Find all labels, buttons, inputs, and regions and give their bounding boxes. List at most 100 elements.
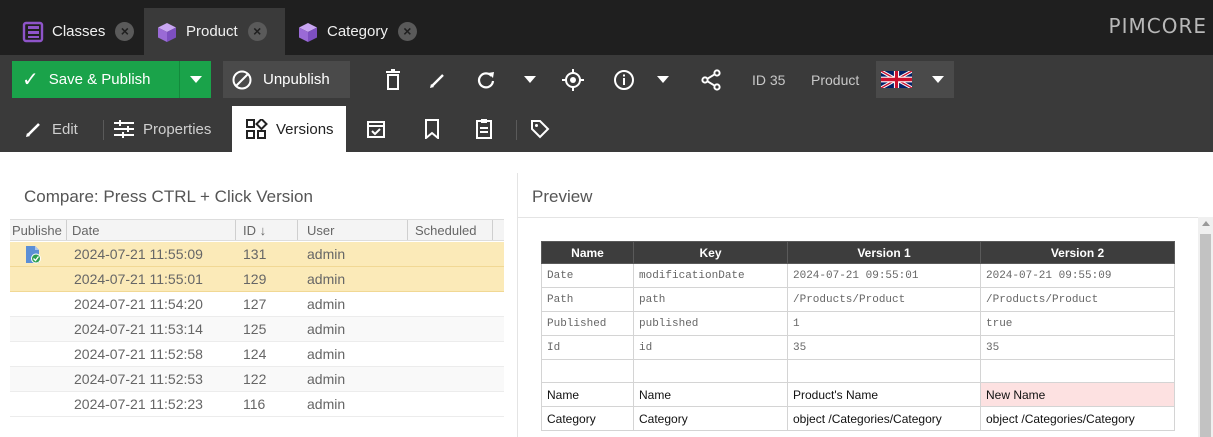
compare-header-version-2: Version 2 <box>980 241 1175 264</box>
tab-separator <box>516 120 517 140</box>
caret-down-icon[interactable] <box>524 76 536 83</box>
editor-tab-bar: Classes × Product × Category × PIMCORE <box>0 0 1213 55</box>
version-row[interactable]: 2024-07-21 11:52:23 116 admin <box>10 392 504 417</box>
close-icon[interactable]: × <box>115 22 135 41</box>
compare-cell: /Products/Product <box>980 287 1175 312</box>
column-separator[interactable] <box>66 220 67 240</box>
column-separator[interactable] <box>297 220 298 240</box>
column-separator[interactable] <box>407 220 408 240</box>
object-toolbar: ✓ Save & Publish Unpublish ID 35 Product <box>0 55 1213 106</box>
object-subtabs: Edit Properties Versions <box>0 106 1213 152</box>
version-user: admin <box>307 396 346 412</box>
caret-down-icon <box>932 76 944 83</box>
version-id: 122 <box>243 371 267 387</box>
compare-cell <box>787 359 981 383</box>
tab-tags[interactable] <box>526 106 554 152</box>
compare-cell <box>980 359 1175 383</box>
tab-label: Edit <box>52 120 78 138</box>
rename-pencil-icon[interactable] <box>426 68 450 92</box>
sort-desc-icon: ↓ <box>259 223 267 238</box>
unpublish-button[interactable]: Unpublish <box>223 61 350 98</box>
delete-icon[interactable] <box>381 68 405 92</box>
compare-spacer-row <box>541 359 1175 383</box>
version-date: 2024-07-21 11:55:01 <box>74 271 203 287</box>
scroll-up-arrow-icon[interactable] <box>1202 221 1210 226</box>
compare-cell: object /Categories/Category <box>787 406 981 431</box>
compare-cell: Product's Name <box>787 382 981 407</box>
version-id: 131 <box>243 246 267 262</box>
compare-cell: modificationDate <box>633 263 788 288</box>
object-id-label: ID 35 <box>752 72 786 88</box>
version-row[interactable]: 2024-07-21 11:52:53 122 admin <box>10 367 504 392</box>
tab-versions[interactable]: Versions <box>232 106 346 152</box>
version-id: 129 <box>243 271 267 287</box>
compare-row: Published published 1 true <box>541 311 1175 336</box>
column-separator[interactable] <box>235 220 236 240</box>
tab-category[interactable]: Category × <box>285 8 435 55</box>
language-select-button[interactable] <box>876 61 954 98</box>
version-id: 125 <box>243 321 267 337</box>
tab-label: Classes <box>52 23 106 40</box>
column-header-published[interactable]: Publishe <box>12 223 62 238</box>
version-row[interactable]: 2024-07-21 11:55:09 131 admin <box>10 242 504 267</box>
version-row[interactable]: 2024-07-21 11:54:20 127 admin <box>10 292 504 317</box>
caret-down-icon[interactable] <box>657 76 669 83</box>
bookmark-icon <box>425 119 439 139</box>
version-date: 2024-07-21 11:52:23 <box>74 396 203 412</box>
close-icon[interactable]: × <box>397 22 417 41</box>
compare-cell <box>633 359 788 383</box>
tab-properties[interactable]: Properties <box>113 106 223 152</box>
tab-product[interactable]: Product × <box>144 8 285 55</box>
version-date: 2024-07-21 11:55:09 <box>74 246 203 262</box>
versions-grid-body: 2024-07-21 11:55:09 131 admin 2024-07-21 11… <box>10 242 504 417</box>
unpublish-icon <box>232 70 252 89</box>
classes-icon <box>22 21 44 42</box>
compare-cell: 1 <box>787 311 981 336</box>
close-icon[interactable]: × <box>247 22 267 41</box>
compare-cell: Date <box>541 263 634 288</box>
save-publish-button[interactable]: ✓ Save & Publish <box>12 61 211 98</box>
column-header-user[interactable]: User <box>307 223 334 238</box>
reload-icon[interactable] <box>474 68 498 92</box>
compare-cell: /Products/Product <box>787 287 981 312</box>
unpublish-label: Unpublish <box>263 71 330 88</box>
compare-header-key: Key <box>633 241 788 264</box>
preview-scrollbar[interactable] <box>1198 217 1213 437</box>
compare-cell: New Name <box>980 382 1175 407</box>
save-options-dropdown[interactable] <box>179 61 211 98</box>
versions-panel-title: Compare: Press CTRL + Click Version <box>24 187 313 206</box>
column-header-date[interactable]: Date <box>72 223 99 238</box>
preview-panel: Preview Name Key Version 1 Version 2 Dat… <box>517 173 1213 437</box>
tab-edit[interactable]: Edit <box>24 106 102 152</box>
clipboard-list-icon <box>476 119 492 139</box>
column-header-id[interactable]: ID ↓ <box>243 223 266 238</box>
compare-cell: Name <box>541 382 634 407</box>
tab-notes[interactable] <box>418 106 446 152</box>
cube-icon <box>158 22 176 42</box>
column-header-scheduled[interactable]: Scheduled <box>415 223 476 238</box>
column-header-id-label: ID <box>243 223 256 238</box>
version-id: 124 <box>243 346 267 362</box>
version-row[interactable]: 2024-07-21 11:52:58 124 admin <box>10 342 504 367</box>
tab-tasks[interactable] <box>470 106 498 152</box>
version-compare-table: Name Key Version 1 Version 2 Date modific… <box>541 241 1175 431</box>
tab-classes[interactable]: Classes × <box>10 8 144 55</box>
compare-header-version-1: Version 1 <box>787 241 981 264</box>
version-user: admin <box>307 296 346 312</box>
compare-cell: Path <box>541 287 634 312</box>
share-icon[interactable] <box>699 68 723 92</box>
locate-target-icon[interactable] <box>561 68 585 92</box>
scroll-thumb[interactable] <box>1200 234 1211 437</box>
column-separator[interactable] <box>492 220 493 240</box>
version-row[interactable]: 2024-07-21 11:53:14 125 admin <box>10 317 504 342</box>
info-icon[interactable] <box>612 68 636 92</box>
tab-schedule[interactable] <box>362 106 390 152</box>
caret-down-icon <box>189 76 202 83</box>
version-row[interactable]: 2024-07-21 11:55:01 129 admin <box>10 267 504 292</box>
version-user: admin <box>307 321 346 337</box>
compare-cell: Category <box>633 406 788 431</box>
version-user: admin <box>307 346 346 362</box>
tab-label: Properties <box>143 120 212 138</box>
version-date: 2024-07-21 11:52:53 <box>74 371 203 387</box>
preview-panel-title: Preview <box>532 187 593 206</box>
